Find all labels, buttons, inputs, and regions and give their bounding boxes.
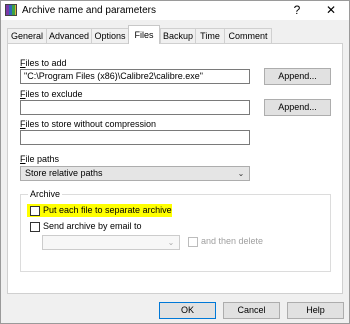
file-paths-label-text: ile paths [25, 154, 60, 164]
archive-group-title: Archive [28, 189, 63, 199]
files-no-compression-input[interactable] [20, 130, 250, 145]
append-exclude-button[interactable]: Append... [264, 99, 331, 116]
then-delete-label: and then delete [201, 236, 264, 246]
tab-backup[interactable]: Backup [160, 28, 196, 43]
title-bar: Archive name and parameters ? ✕ [1, 1, 349, 20]
files-tab-panel: Files to add "C:\Program Files (x86)\Cal… [7, 43, 343, 294]
ok-button[interactable]: OK [159, 302, 216, 319]
send-email-checkbox[interactable] [30, 222, 40, 232]
chevron-down-icon: ⌄ [167, 238, 175, 247]
send-email-label: Send archive by email to [43, 221, 142, 231]
then-delete-checkbox[interactable] [188, 237, 198, 247]
files-to-exclude-input[interactable] [20, 100, 250, 115]
winrar-app-icon [5, 4, 17, 16]
files-to-add-label-text: iles to add [25, 58, 67, 68]
file-paths-label: File paths [20, 154, 59, 164]
tab-comment[interactable]: Comment [224, 28, 272, 43]
files-to-add-input[interactable]: "C:\Program Files (x86)\Calibre2\calibre… [20, 69, 250, 84]
tab-general[interactable]: General [7, 28, 47, 43]
email-address-select[interactable]: ⌄ [42, 235, 180, 250]
files-to-exclude-label-text: iles to exclude [25, 89, 83, 99]
append-add-button[interactable]: Append... [264, 68, 331, 85]
tab-options[interactable]: Options [91, 28, 129, 43]
archive-dialog: Archive name and parameters ? ✕ General … [0, 0, 350, 324]
file-paths-select[interactable]: Store relative paths ⌄ [20, 166, 250, 181]
tab-advanced[interactable]: Advanced [46, 28, 92, 43]
file-paths-selected: Store relative paths [25, 168, 103, 178]
tab-time[interactable]: Time [195, 28, 225, 43]
close-icon[interactable]: ✕ [316, 1, 346, 20]
separate-archive-checkbox[interactable] [30, 206, 40, 216]
separate-archive-label: Put each file to separate archive [43, 205, 172, 215]
help-title-button[interactable]: ? [282, 1, 312, 20]
tab-files[interactable]: Files [128, 25, 160, 44]
window-title: Archive name and parameters [22, 5, 156, 16]
cancel-button[interactable]: Cancel [223, 302, 280, 319]
files-no-compression-label-text: iles to store without compression [25, 119, 157, 129]
files-to-exclude-label: Files to exclude [20, 89, 83, 99]
chevron-down-icon: ⌄ [237, 169, 245, 178]
files-no-compression-label: Files to store without compression [20, 119, 156, 129]
help-button[interactable]: Help [287, 302, 344, 319]
files-to-add-label: Files to add [20, 58, 67, 68]
